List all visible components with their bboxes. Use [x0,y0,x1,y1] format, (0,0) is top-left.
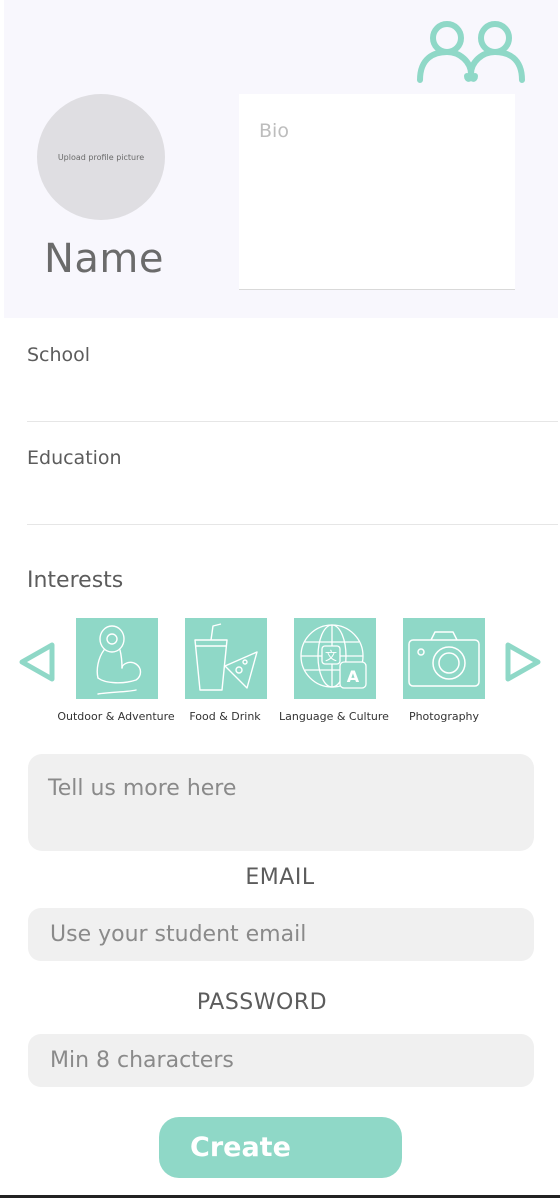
triangle-right-icon[interactable] [503,640,543,684]
school-field-row [27,318,558,422]
interests-more-input[interactable] [28,754,534,851]
password-input[interactable] [28,1034,534,1087]
school-input[interactable] [27,318,558,366]
interest-label: Outdoor & Adventure [57,710,175,723]
education-field-row [27,421,558,525]
svg-text:A: A [347,667,360,686]
interest-label: Language & Culture [279,710,389,723]
password-label: PASSWORD [196,990,328,1015]
interest-photography[interactable] [403,618,485,699]
globe-translate-icon: 文 A [300,624,367,689]
create-button[interactable]: Create [159,1117,402,1178]
profile-name[interactable]: Name [44,236,164,282]
interest-outdoor-adventure[interactable] [76,618,158,699]
bio-input[interactable] [239,94,515,290]
upload-profile-picture[interactable]: Upload profile picture [37,94,165,220]
education-input[interactable] [27,421,558,469]
flexed-arm-icon [96,625,142,695]
email-label: EMAIL [245,865,315,890]
triangle-left-icon[interactable] [17,640,57,684]
interest-food-drink[interactable] [185,618,267,699]
avatar-label: Upload profile picture [57,152,145,162]
cup-and-pizza-icon [194,623,258,691]
interest-language-culture[interactable]: 文 A [294,618,376,699]
camera-icon [408,631,480,687]
two-people-icon [417,21,525,83]
interest-label: Food & Drink [189,710,261,723]
svg-text:文: 文 [325,648,337,663]
email-input[interactable] [28,908,534,961]
interests-title: Interests [27,568,124,593]
interest-label: Photography [408,710,480,723]
